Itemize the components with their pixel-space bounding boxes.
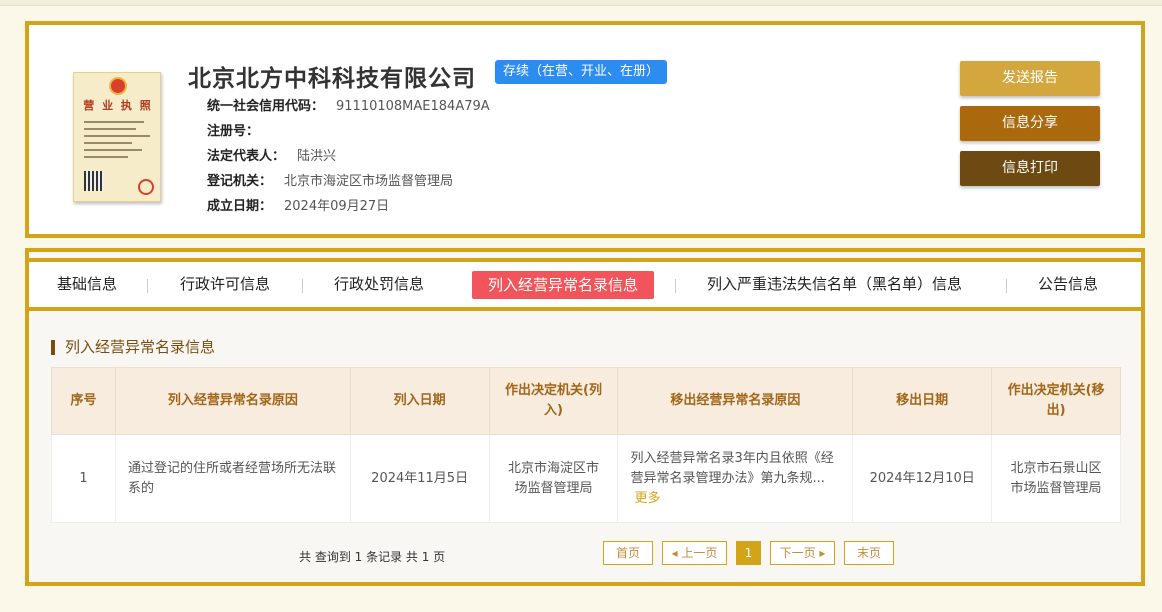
more-link[interactable]: 更多 (634, 491, 660, 506)
cell-authority-in: 北京市海淀区市场监督管理局 (488, 434, 619, 523)
pagination-summary: 共 查询到 1 条记录 共 1 页 (299, 550, 446, 564)
info-founded-date: 成立日期： 2024年09月27日 (207, 195, 389, 214)
first-page-button[interactable]: 首页 (603, 541, 653, 565)
status-badge: 存续（在营、开业、在册） (495, 60, 668, 84)
cell-remove-reason: 列入经营异常名录3年内且依照《经营异常名录管理办法》第九条规... 更多 (617, 434, 854, 523)
qr-code-icon (84, 171, 104, 191)
column-header: 列入经营异常名录原因 (114, 367, 351, 435)
info-label: 登记机关： (207, 174, 273, 189)
next-page-button[interactable]: 下一页 ▸ (770, 541, 835, 565)
official-seal-icon (138, 179, 154, 195)
column-header: 移出日期 (852, 367, 993, 435)
info-value: 91110108MAE184A79A (336, 99, 490, 114)
current-page-button[interactable]: 1 (736, 541, 761, 565)
tab-admin-license[interactable]: 行政许可信息 (180, 262, 270, 307)
share-info-button[interactable]: 信息分享 (960, 106, 1100, 141)
info-label: 注册号： (207, 124, 260, 139)
tab-blacklist[interactable]: 列入严重违法失信名单（黑名单）信息 (707, 262, 962, 307)
table-row: 1 通过登记的住所或者经营场所无法联系的 2024年11月5日 北京市海淀区市场… (51, 434, 1121, 523)
column-header: 作出决定机关(移出) (991, 367, 1121, 435)
column-header: 作出决定机关(列入) (488, 367, 619, 435)
tab-bar: 基础信息 行政许可信息 行政处罚信息 列入经营异常名录信息 列入严重违法失信名单… (29, 258, 1141, 311)
records-panel: 基础信息 行政许可信息 行政处罚信息 列入经营异常名录信息 列入严重违法失信名单… (25, 248, 1145, 586)
info-value: 2024年09月27日 (284, 199, 390, 214)
company-panel: 营 业 执 照 北京北方中科科技有限公司 存续（在营、开业、在册） 统一社会信用… (25, 21, 1145, 238)
prev-page-button[interactable]: ◂ 上一页 (662, 541, 727, 565)
info-label: 法定代表人： (207, 149, 286, 164)
tab-basic-info[interactable]: 基础信息 (57, 262, 117, 307)
cell-date-in: 2024年11月5日 (349, 434, 490, 523)
license-text-lines (84, 121, 152, 163)
column-header: 移出经营异常名录原因 (617, 367, 854, 435)
top-divider (0, 0, 1162, 6)
tab-abnormal-operation[interactable]: 列入经营异常名录信息 (472, 271, 655, 299)
business-license-image: 营 业 执 照 (73, 72, 161, 202)
info-label: 统一社会信用代码： (207, 99, 325, 114)
tab-announcements[interactable]: 公告信息 (1038, 262, 1098, 307)
tab-separator (147, 279, 148, 293)
table-header-row: 序号 列入经营异常名录原因 列入日期 作出决定机关(列入) 移出经营异常名录原因… (51, 367, 1121, 435)
tab-separator (675, 279, 676, 293)
info-label: 成立日期： (207, 199, 273, 214)
info-value: 陆洪兴 (297, 149, 337, 164)
cell-reason: 通过登记的住所或者经营场所无法联系的 (114, 434, 351, 523)
info-registration-authority: 登记机关： 北京市海淀区市场监督管理局 (207, 170, 453, 189)
info-legal-rep: 法定代表人： 陆洪兴 (207, 145, 336, 164)
cell-index: 1 (51, 434, 116, 523)
license-title: 营 业 执 照 (83, 99, 153, 112)
tab-separator (302, 279, 303, 293)
tab-separator (1006, 279, 1007, 293)
section-title: 列入经营异常名录信息 (51, 340, 215, 355)
print-info-button[interactable]: 信息打印 (960, 151, 1100, 186)
send-report-button[interactable]: 发送报告 (960, 61, 1100, 96)
column-header: 序号 (51, 367, 116, 435)
tab-admin-penalty[interactable]: 行政处罚信息 (334, 262, 424, 307)
abnormal-records-table: 序号 列入经营异常名录原因 列入日期 作出决定机关(列入) 移出经营异常名录原因… (51, 367, 1121, 523)
cell-authority-out: 北京市石景山区市场监督管理局 (991, 434, 1121, 523)
last-page-button[interactable]: 末页 (844, 541, 894, 565)
info-reg-number: 注册号： (207, 120, 271, 139)
column-header: 列入日期 (349, 367, 490, 435)
national-emblem-icon (109, 77, 127, 95)
cell-date-out: 2024年12月10日 (852, 434, 993, 523)
info-credit-code: 统一社会信用代码： 91110108MAE184A79A (207, 95, 490, 114)
remove-reason-text: 列入经营异常名录3年内且依照《经营异常名录管理办法》第九条规... (630, 450, 834, 486)
info-value: 北京市海淀区市场监督管理局 (284, 174, 454, 189)
company-name: 北京北方中科科技有限公司 (188, 66, 476, 92)
